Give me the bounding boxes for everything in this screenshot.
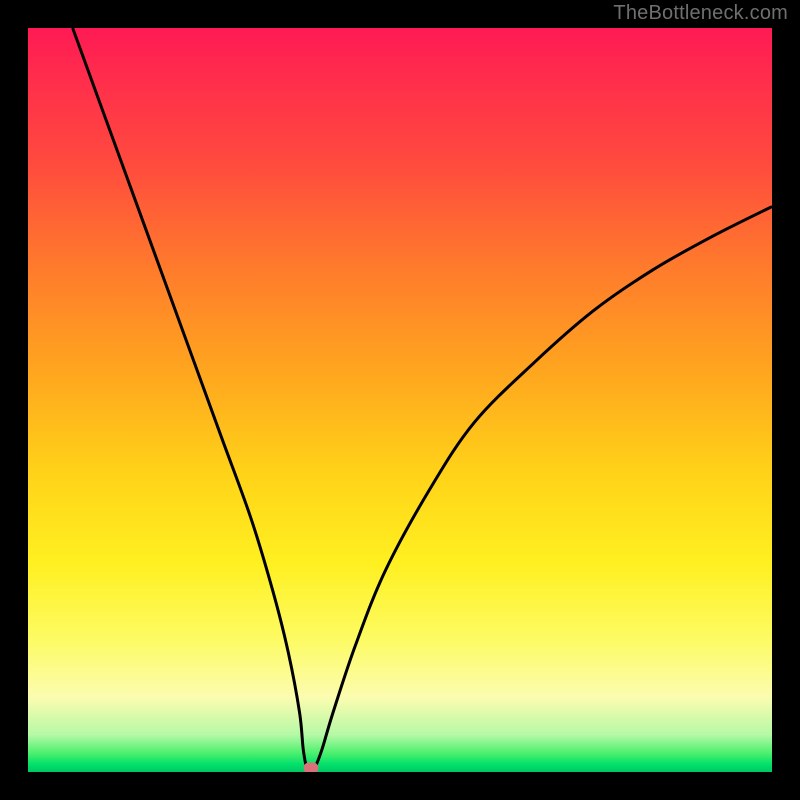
frame: TheBottleneck.com (0, 0, 800, 800)
curve-svg (28, 28, 772, 772)
optimal-marker (303, 763, 318, 772)
plot-area (28, 28, 772, 772)
bottleneck-curve (73, 28, 772, 770)
watermark-text: TheBottleneck.com (613, 2, 788, 25)
